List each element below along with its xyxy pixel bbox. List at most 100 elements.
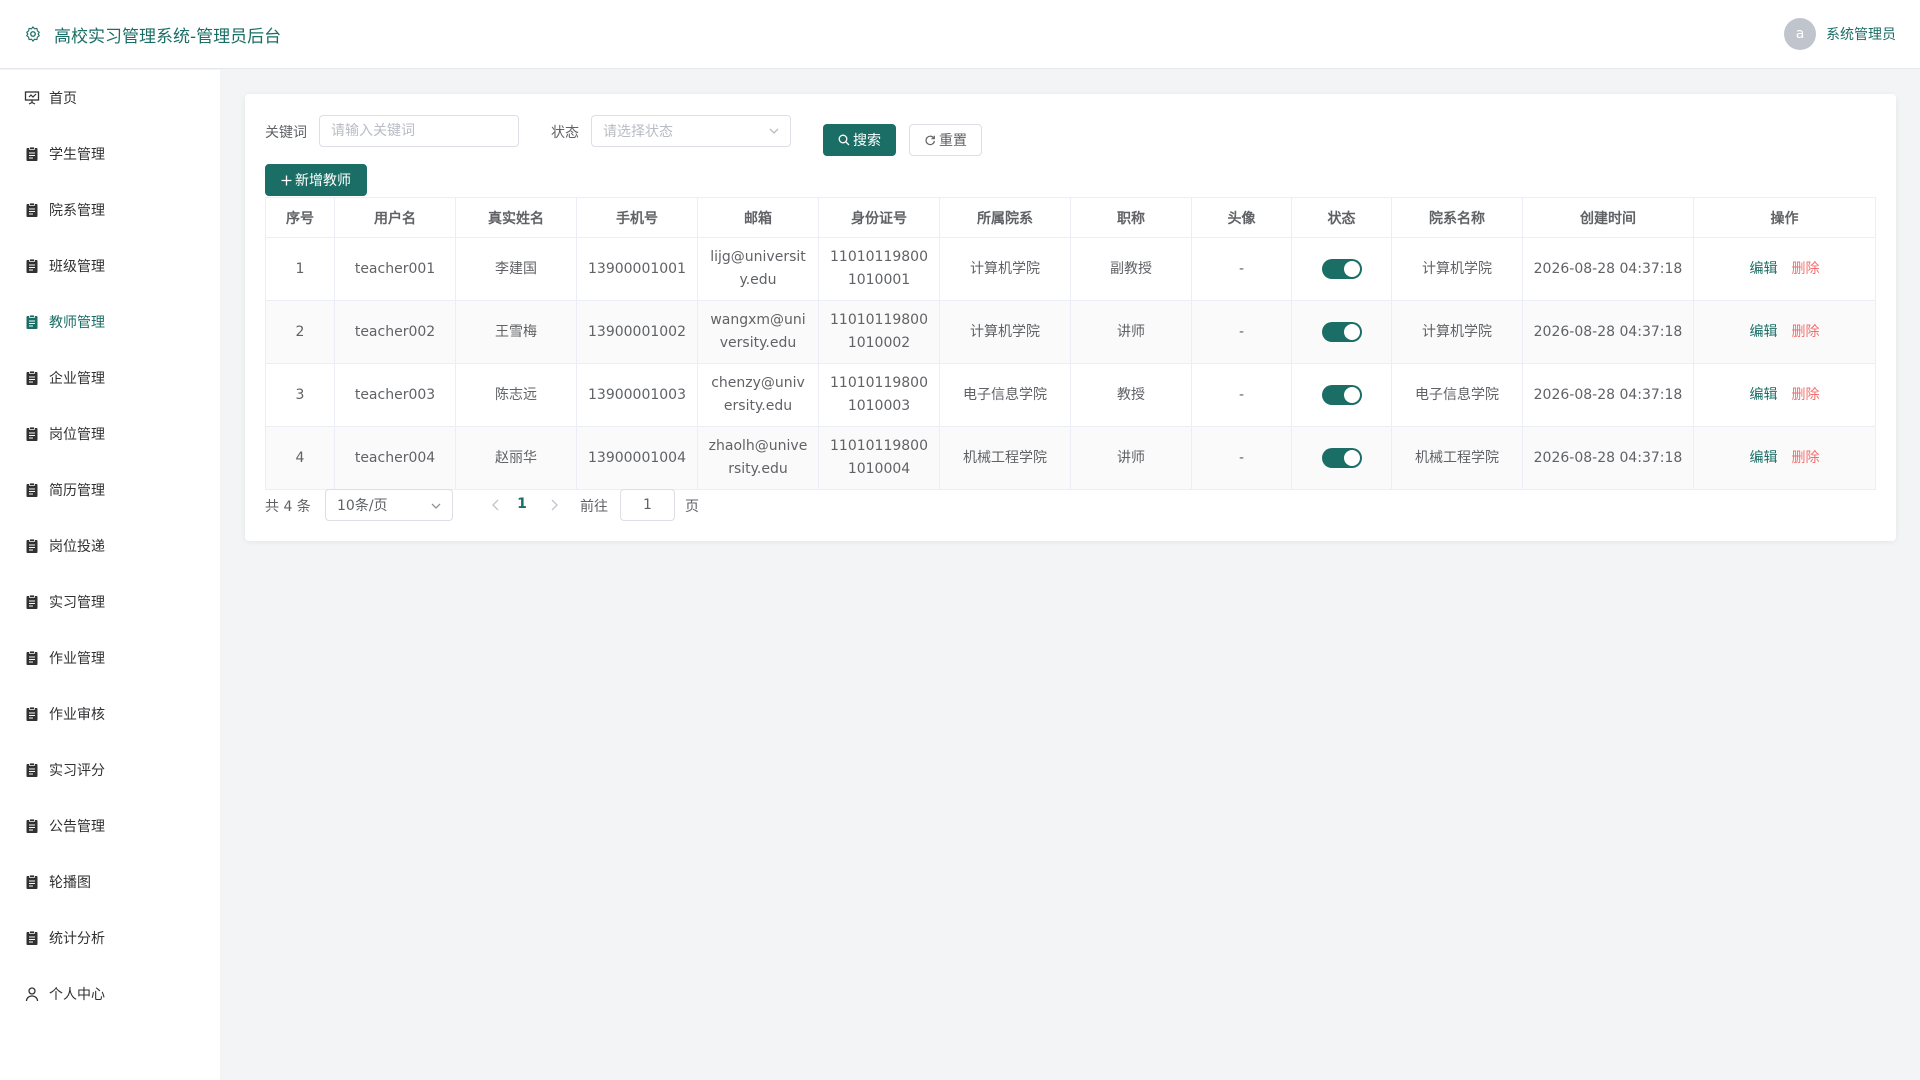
sidebar-item-3[interactable]: 班级管理 [0, 246, 220, 286]
clipboard-icon [24, 650, 40, 666]
sidebar-item-4[interactable]: 教师管理 [0, 302, 220, 342]
status-select[interactable]: 请选择状态 [591, 115, 791, 147]
cell-dept: 计算机学院 [939, 237, 1071, 301]
sidebar-item-6[interactable]: 岗位管理 [0, 414, 220, 454]
sidebar-item-label: 公告管理 [49, 819, 105, 835]
cell-real-name: 王雪梅 [455, 300, 577, 364]
sidebar-item-0[interactable]: 首页 [0, 78, 220, 118]
cell-status [1291, 300, 1392, 364]
cell-phone: 13900001001 [576, 237, 698, 301]
keyword-input[interactable] [319, 115, 519, 147]
cell-phone: 13900001004 [576, 426, 698, 490]
reset-button[interactable]: 重置 [909, 124, 982, 156]
sidebar-item-14[interactable]: 轮播图 [0, 862, 220, 902]
goto-page-input[interactable] [620, 489, 675, 521]
clipboard-icon [24, 146, 40, 162]
user-menu[interactable]: a 系统管理员 [1784, 18, 1896, 50]
sidebar-item-1[interactable]: 学生管理 [0, 134, 220, 174]
cell-phone: 13900001003 [576, 363, 698, 427]
table-row: 1 teacher001 李建国 13900001001 lijg@university… [265, 237, 1876, 301]
edit-button[interactable]: 编辑 [1750, 387, 1778, 403]
gear-icon [26, 26, 40, 42]
sidebar-item-11[interactable]: 作业审核 [0, 694, 220, 734]
clipboard-icon [24, 762, 40, 778]
cell-status [1291, 237, 1392, 301]
column-header: 所属院系 [939, 197, 1071, 238]
sidebar-item-label: 作业审核 [49, 707, 105, 723]
cell-real-name: 赵丽华 [455, 426, 577, 490]
sidebar-item-label: 岗位管理 [49, 427, 105, 443]
edit-button[interactable]: 编辑 [1750, 261, 1778, 277]
page-number-current[interactable]: 1 [512, 496, 532, 512]
sidebar-item-label: 统计分析 [49, 931, 105, 947]
delete-button[interactable]: 删除 [1792, 387, 1820, 403]
keyword-label: 关键词 [265, 125, 307, 141]
clipboard-icon [24, 706, 40, 722]
clipboard-icon [24, 202, 40, 218]
sidebar-item-7[interactable]: 简历管理 [0, 470, 220, 510]
cell-index: 3 [265, 363, 335, 427]
sidebar-item-5[interactable]: 企业管理 [0, 358, 220, 398]
sidebar-item-15[interactable]: 统计分析 [0, 918, 220, 958]
sidebar-item-12[interactable]: 实习评分 [0, 750, 220, 790]
status-toggle[interactable] [1321, 384, 1362, 405]
sidebar-item-8[interactable]: 岗位投递 [0, 526, 220, 566]
cell-email: wangxm@university.edu [697, 300, 819, 364]
column-header: 状态 [1291, 197, 1392, 238]
pagination: 共 4 条 10条/页 1 前往 页 [265, 489, 865, 521]
clipboard-icon [24, 818, 40, 834]
cell-dept-name: 计算机学院 [1391, 300, 1523, 364]
presentation-icon [24, 90, 40, 106]
clipboard-icon [24, 426, 40, 442]
delete-button[interactable]: 删除 [1792, 450, 1820, 466]
cell-created: 2026-08-28 04:37:18 [1522, 363, 1694, 427]
sidebar-item-16[interactable]: 个人中心 [0, 974, 220, 1014]
cell-status [1291, 363, 1392, 427]
top-header: 高校实习管理系统-管理员后台 a 系统管理员 [0, 0, 1920, 69]
search-button-label: 搜索 [853, 133, 881, 149]
cell-avatar: - [1191, 300, 1292, 364]
status-toggle[interactable] [1321, 258, 1362, 279]
column-header: 头像 [1191, 197, 1292, 238]
sidebar-item-label: 个人中心 [49, 987, 105, 1003]
table-body: 1 teacher001 李建国 13900001001 lijg@university… [265, 237, 1876, 490]
edit-button[interactable]: 编辑 [1750, 324, 1778, 340]
cell-actions: 编辑 删除 [1693, 363, 1876, 427]
column-header: 手机号 [576, 197, 698, 238]
cell-created: 2026-08-28 04:37:18 [1522, 237, 1694, 301]
cell-email: zhaolh@university.edu [697, 426, 819, 490]
status-toggle[interactable] [1321, 447, 1362, 468]
cell-real-name: 陈志远 [455, 363, 577, 427]
pagination-total: 共 4 条 [265, 499, 311, 515]
chevron-left-icon[interactable] [490, 498, 502, 512]
clipboard-icon [24, 258, 40, 274]
search-button[interactable]: 搜索 [823, 124, 896, 156]
delete-button[interactable]: 删除 [1792, 324, 1820, 340]
avatar[interactable]: a [1784, 18, 1816, 50]
cell-actions: 编辑 删除 [1693, 237, 1876, 301]
page-suffix-label: 页 [685, 499, 699, 515]
delete-button[interactable]: 删除 [1792, 261, 1820, 277]
cell-actions: 编辑 删除 [1693, 426, 1876, 490]
page-size-value: 10条/页 [337, 498, 388, 514]
sidebar-item-label: 教师管理 [49, 315, 105, 331]
add-teacher-button[interactable]: 新增教师 [265, 164, 367, 196]
table-row: 2 teacher002 王雪梅 13900001002 wangxm@universi… [265, 300, 1876, 364]
page-size-select[interactable]: 10条/页 [325, 489, 453, 521]
sidebar-item-13[interactable]: 公告管理 [0, 806, 220, 846]
column-header: 操作 [1693, 197, 1876, 238]
teacher-table: 序号 用户名 真实姓名 手机号 邮箱 身份证号 所属院系 职称 头像 状态 院系名称 创建时间 操作 1… [265, 197, 1876, 490]
user-name[interactable]: 系统管理员 [1826, 24, 1896, 44]
clipboard-icon [24, 930, 40, 946]
sidebar-item-2[interactable]: 院系管理 [0, 190, 220, 230]
cell-title: 讲师 [1070, 300, 1192, 364]
cell-created: 2026-08-28 04:37:18 [1522, 300, 1694, 364]
status-toggle[interactable] [1321, 321, 1362, 342]
sidebar-item-9[interactable]: 实习管理 [0, 582, 220, 622]
edit-button[interactable]: 编辑 [1750, 450, 1778, 466]
cell-created: 2026-08-28 04:37:18 [1522, 426, 1694, 490]
app-title: 高校实习管理系统-管理员后台 [54, 26, 282, 47]
chevron-right-icon[interactable] [548, 498, 560, 512]
sidebar-item-10[interactable]: 作业管理 [0, 638, 220, 678]
cell-dept: 机械工程学院 [939, 426, 1071, 490]
